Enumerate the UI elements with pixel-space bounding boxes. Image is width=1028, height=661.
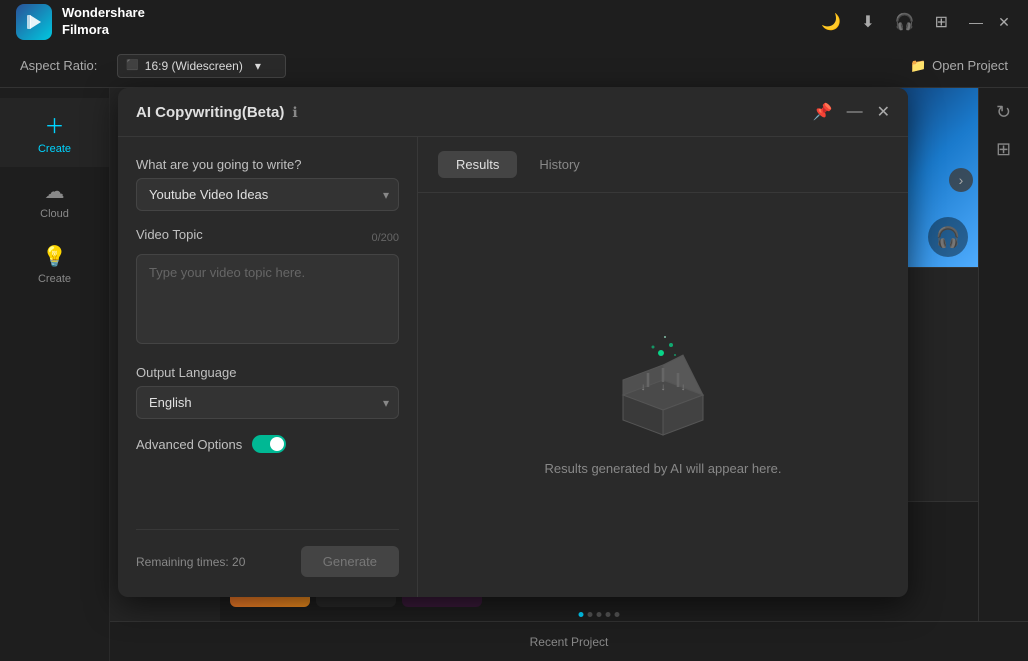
dialog-footer: Remaining times: 20 Generate <box>136 529 399 577</box>
info-icon[interactable]: ℹ <box>292 104 297 121</box>
dot-4 <box>606 612 611 617</box>
write-type-select[interactable]: Youtube Video Ideas <box>136 178 399 211</box>
dialog-tabs: Results History <box>418 137 908 193</box>
video-topic-textarea-wrapper <box>136 254 399 349</box>
app-name: Wondershare Filmora <box>62 5 145 39</box>
output-language-label: Output Language <box>136 365 399 380</box>
empty-state-illustration: ↓ ↓ ↓ <box>593 315 733 445</box>
dialog-title-group: AI Copywriting(Beta) ℹ <box>136 104 298 121</box>
tab-results[interactable]: Results <box>438 151 517 178</box>
moon-icon[interactable]: 🌙 <box>821 12 841 32</box>
headphones-preview-icon: 🎧 <box>928 217 968 257</box>
minimize-button[interactable]: — <box>968 14 984 30</box>
recent-project-label: Recent Project <box>530 635 609 649</box>
advanced-options-label: Advanced Options <box>136 437 242 452</box>
dialog-form-panel: What are you going to write? Youtube Vid… <box>118 137 418 597</box>
title-bar-controls: 🌙 ⬇ 🎧 ⊞ — ✕ <box>821 12 1012 32</box>
dot-5 <box>615 612 620 617</box>
write-type-field: What are you going to write? Youtube Vid… <box>136 157 399 211</box>
dialog-minimize-icon[interactable]: — <box>847 103 863 121</box>
results-hint-text: Results generated by AI will appear here… <box>544 461 781 476</box>
sidebar-item-cloud[interactable]: ☁ Cloud <box>0 167 109 232</box>
sidebar-item-creative[interactable]: 💡 Create <box>0 232 109 297</box>
dialog-header-actions: 📌 — ✕ <box>813 102 890 122</box>
generate-button[interactable]: Generate <box>301 546 399 577</box>
advanced-options-toggle[interactable] <box>252 435 286 453</box>
sidebar-item-create[interactable]: ＋ Create <box>0 98 109 167</box>
app-branding: Wondershare Filmora <box>16 4 145 40</box>
sidebar-item-label-cloud: Cloud <box>40 208 69 220</box>
results-content: ↓ ↓ ↓ Results generated by AI will appea… <box>544 193 781 597</box>
write-type-select-wrapper: Youtube Video Ideas ▾ <box>136 178 399 211</box>
output-language-field: Output Language English ▾ <box>136 365 399 419</box>
remaining-times-text: Remaining times: 20 <box>136 555 245 569</box>
apps-icon[interactable]: ⊞ <box>996 139 1011 160</box>
dialog-body: What are you going to write? Youtube Vid… <box>118 137 908 597</box>
preview-next-icon[interactable]: › <box>949 168 973 192</box>
right-tools-panel: ↻ ⊞ <box>978 88 1028 661</box>
aspect-ratio-label: Aspect Ratio: <box>20 58 97 73</box>
language-select[interactable]: English <box>136 386 399 419</box>
write-type-label: What are you going to write? <box>136 157 399 172</box>
pagination-dots <box>579 612 620 617</box>
dialog-header: AI Copywriting(Beta) ℹ 📌 — ✕ <box>118 88 908 137</box>
char-count: 0/200 <box>371 232 399 244</box>
svg-text:↓: ↓ <box>661 382 666 393</box>
video-topic-field: Video Topic 0/200 <box>136 227 399 349</box>
cloud-icon: ☁ <box>45 179 65 204</box>
app-logo <box>16 4 52 40</box>
close-button[interactable]: ✕ <box>996 14 1012 30</box>
window-controls: — ✕ <box>968 14 1012 30</box>
tab-history[interactable]: History <box>521 151 597 178</box>
dot-3 <box>597 612 602 617</box>
refresh-icon[interactable]: ↻ <box>996 102 1011 123</box>
advanced-options-row: Advanced Options <box>136 435 399 453</box>
pin-icon[interactable]: 📌 <box>813 102 833 122</box>
dialog-title: AI Copywriting(Beta) <box>136 104 284 121</box>
bottom-bar: Recent Project <box>110 621 1028 661</box>
sidebar-item-label-create: Create <box>38 143 71 155</box>
svg-text:↓: ↓ <box>641 382 646 393</box>
open-project-button[interactable]: 📁 Open Project <box>910 58 1008 74</box>
toolbar: Aspect Ratio: ⬛ 16:9 (Widescreen) ▾ 📁 Op… <box>0 44 1028 88</box>
dialog-close-icon[interactable]: ✕ <box>877 102 890 122</box>
video-topic-textarea[interactable] <box>136 254 399 344</box>
title-bar: Wondershare Filmora 🌙 ⬇ 🎧 ⊞ — ✕ <box>0 0 1028 44</box>
create-icon: ＋ <box>45 110 65 139</box>
download-icon[interactable]: ⬇ <box>861 12 874 32</box>
aspect-ratio-select[interactable]: ⬛ 16:9 (Widescreen) ▾ <box>117 54 286 78</box>
folder-icon: 📁 <box>910 58 926 74</box>
sidebar-item-label-creative: Create <box>38 273 71 285</box>
video-topic-label: Video Topic <box>136 227 203 242</box>
ai-copywriting-dialog: AI Copywriting(Beta) ℹ 📌 — ✕ What are yo… <box>118 88 908 597</box>
bulb-icon: 💡 <box>42 244 67 269</box>
grid-icon[interactable]: ⊞ <box>935 12 948 32</box>
toggle-knob <box>270 437 284 451</box>
svg-text:↓: ↓ <box>681 382 686 393</box>
sidebar: ＋ Create ☁ Cloud 💡 Create <box>0 88 110 661</box>
dot-2 <box>588 612 593 617</box>
language-select-wrapper: English ▾ <box>136 386 399 419</box>
dot-1 <box>579 612 584 617</box>
dialog-results-panel: Results History <box>418 137 908 597</box>
headphones-icon[interactable]: 🎧 <box>895 12 915 32</box>
